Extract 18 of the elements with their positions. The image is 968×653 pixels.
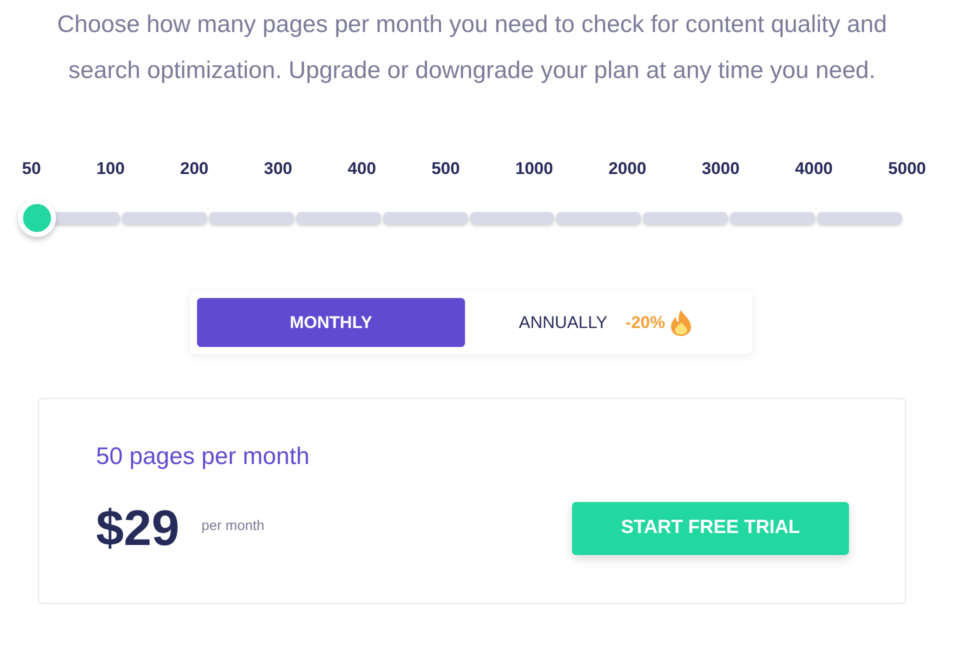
slider-stop-label[interactable]: 200 [180, 159, 208, 179]
slider-stop-label[interactable]: 500 [431, 159, 460, 179]
slider-stop-label[interactable]: 50 [22, 159, 41, 179]
slider-stop-label[interactable]: 300 [264, 159, 292, 179]
slider-stop-label[interactable]: 3000 [702, 159, 740, 179]
slider-stop-label[interactable]: 2000 [608, 159, 646, 179]
slider-stop-label[interactable]: 100 [96, 159, 125, 179]
slider-stop-label[interactable]: 5000 [888, 159, 926, 179]
slider-stop-label[interactable]: 1000 [515, 159, 554, 179]
price-period: per month [201, 516, 264, 535]
plan-title: 50 pages per month [96, 442, 310, 472]
slider-stop-label[interactable]: 4000 [794, 159, 833, 179]
billing-option-tab[interactable]: MONTHLY [197, 298, 465, 347]
fire-icon [671, 310, 692, 336]
slider-stop-label[interactable]: 400 [348, 159, 376, 179]
intro-text: Choose how many pages per month you need to check for content quality and search optimization. Upgrade or downgrade your plan at any time you need. [56, 10, 888, 86]
plan-price: $29 [96, 500, 180, 556]
discount-label: -20% [625, 312, 666, 334]
